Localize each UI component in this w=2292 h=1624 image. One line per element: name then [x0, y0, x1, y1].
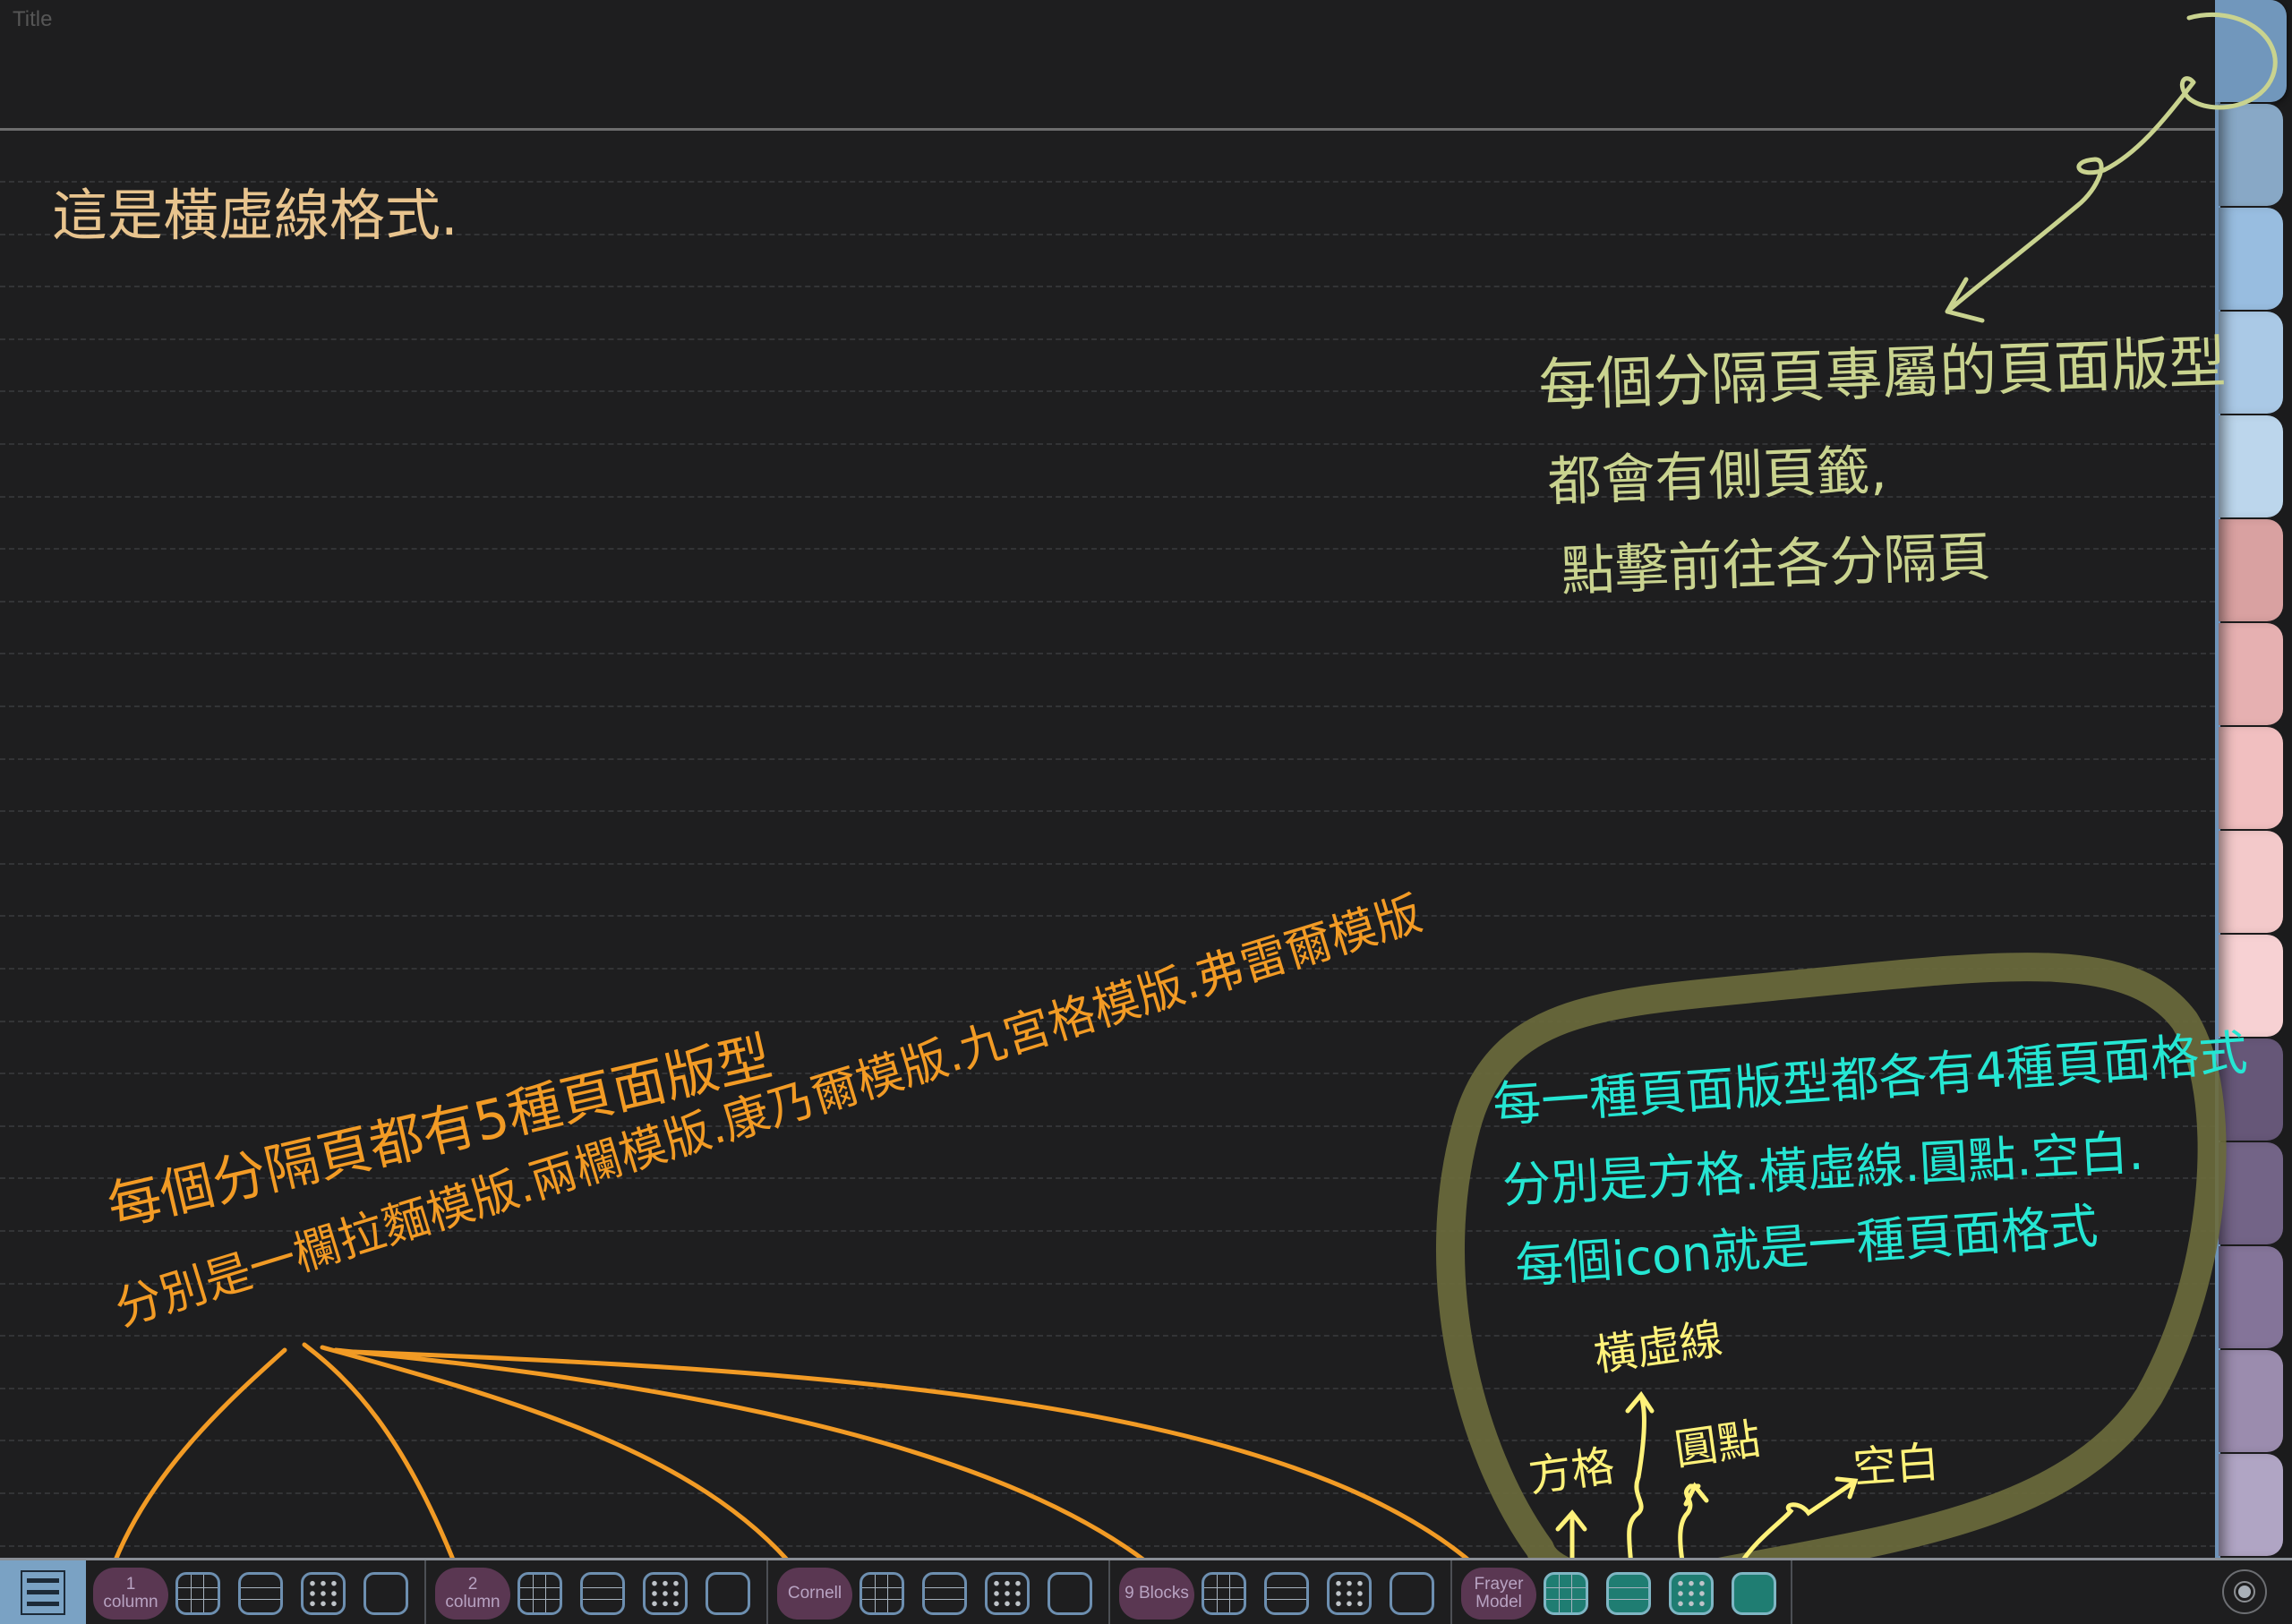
format-label-dots: 圓點	[1671, 1414, 1764, 1476]
hamburger-menu-icon	[21, 1569, 65, 1615]
blank-format-icon[interactable]	[706, 1572, 750, 1615]
group-divider	[766, 1560, 768, 1624]
ruling-line	[0, 1283, 2215, 1285]
side-tab-14[interactable]	[2219, 1350, 2283, 1452]
layout-label-text: column	[103, 1593, 158, 1611]
toolbar-divider	[1791, 1560, 1792, 1624]
group-divider	[1450, 1560, 1452, 1624]
grid-format-icon[interactable]	[175, 1572, 220, 1615]
blank-format-icon[interactable]	[1048, 1572, 1092, 1615]
layout-label-text: 9 Blocks	[1125, 1584, 1189, 1603]
lines-format-icon[interactable]	[922, 1572, 967, 1615]
tab-note-line-2: 都會有側頁籤,	[1546, 439, 1888, 515]
ruling-line	[0, 1388, 2215, 1389]
ruling-line	[0, 286, 2215, 287]
home-target-dot	[2238, 1586, 2251, 1598]
layout-label-text: column	[445, 1593, 500, 1611]
layout-button-5[interactable]: Frayer Model	[1461, 1568, 1536, 1620]
layout-button-3[interactable]: Cornell	[777, 1568, 852, 1620]
ruling-line	[0, 915, 2215, 917]
ruling-line	[0, 1545, 2215, 1547]
layout-label-text: Model	[1475, 1593, 1522, 1611]
group-divider	[1108, 1560, 1110, 1624]
ruling-line	[0, 863, 2215, 865]
menu-button[interactable]	[0, 1560, 86, 1624]
tab-note-line-3: 點擊前往各分隔頁	[1560, 526, 1992, 604]
grid-format-icon[interactable]	[1202, 1572, 1246, 1615]
dots-format-icon[interactable]	[1669, 1572, 1714, 1615]
lines-format-icon[interactable]	[580, 1572, 625, 1615]
lines-format-icon[interactable]	[1264, 1572, 1309, 1615]
title-divider	[0, 128, 2215, 131]
grid-format-icon[interactable]	[860, 1572, 904, 1615]
bottom-toolbar: 1 column 2 column Cornell 9 Blocks Frayer Model	[0, 1558, 2292, 1624]
layout-label-text: Frayer	[1474, 1575, 1524, 1594]
dots-format-icon[interactable]	[985, 1572, 1030, 1615]
title-field[interactable]: Title	[13, 7, 52, 32]
ruling-line	[0, 653, 2215, 654]
layout-button-1[interactable]: 1 column	[93, 1568, 168, 1620]
layout-label-text: 2	[467, 1575, 478, 1594]
blank-format-icon[interactable]	[363, 1572, 408, 1615]
blank-format-icon[interactable]	[1732, 1572, 1776, 1615]
side-tab-5[interactable]	[2219, 415, 2283, 517]
side-tab-12[interactable]	[2219, 1142, 2283, 1244]
ruling-line	[0, 601, 2215, 603]
side-tab-6[interactable]	[2219, 519, 2283, 621]
heading-note: 這是橫虛線格式.	[52, 183, 458, 248]
side-tab-9[interactable]	[2219, 831, 2283, 933]
ruling-line	[0, 1335, 2215, 1337]
grid-format-icon[interactable]	[517, 1572, 562, 1615]
ruling-line	[0, 810, 2215, 812]
grid-format-icon[interactable]	[1544, 1572, 1588, 1615]
ruling-line	[0, 705, 2215, 707]
format-label-blank: 空白	[1851, 1437, 1941, 1494]
side-tab-2[interactable]	[2219, 104, 2283, 206]
side-tab-3[interactable]	[2219, 208, 2283, 310]
lines-format-icon[interactable]	[1606, 1572, 1651, 1615]
format-label-grid: 方格	[1525, 1440, 1618, 1503]
layout-label-text: Cornell	[787, 1584, 842, 1603]
dots-format-icon[interactable]	[1327, 1572, 1372, 1615]
group-divider	[424, 1560, 426, 1624]
home-button[interactable]	[2222, 1569, 2267, 1614]
blank-format-icon[interactable]	[1390, 1572, 1434, 1615]
layout-button-4[interactable]: 9 Blocks	[1119, 1568, 1194, 1620]
side-tab-1[interactable]	[2215, 0, 2287, 102]
layout-label-text: 1	[125, 1575, 136, 1594]
side-tab-7[interactable]	[2219, 623, 2283, 725]
ruling-line	[0, 758, 2215, 760]
dots-format-icon[interactable]	[643, 1572, 688, 1615]
layout-button-2[interactable]: 2 column	[435, 1568, 510, 1620]
dots-format-icon[interactable]	[301, 1572, 346, 1615]
lines-format-icon[interactable]	[238, 1572, 283, 1615]
side-tab-8[interactable]	[2219, 727, 2283, 829]
side-tab-4[interactable]	[2219, 312, 2283, 414]
side-tab-13[interactable]	[2219, 1246, 2283, 1348]
side-tab-15[interactable]	[2219, 1454, 2283, 1556]
